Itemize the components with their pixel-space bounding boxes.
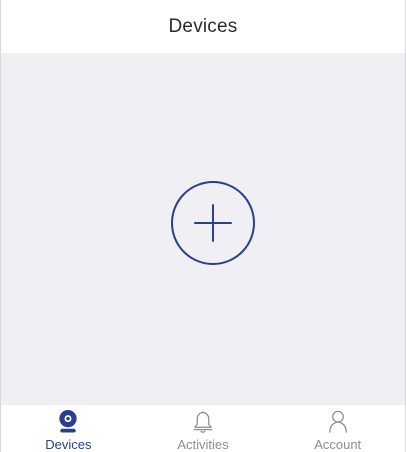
top-bar: Devices [1, 0, 405, 53]
bell-icon [193, 411, 213, 433]
tab-account[interactable]: Account [270, 405, 405, 452]
bottom-tab-bar: Devices Activities Account [1, 405, 405, 452]
add-device-button[interactable] [171, 181, 255, 265]
plus-icon [194, 204, 232, 242]
app-screen: Devices Devices Activities Account [0, 0, 406, 452]
camera-icon [59, 409, 77, 433]
tab-activities-label: Activities [177, 437, 229, 452]
tab-devices[interactable]: Devices [1, 405, 136, 452]
tab-activities[interactable]: Activities [136, 405, 271, 452]
page-title: Devices [168, 15, 238, 37]
user-icon [328, 410, 347, 433]
tab-devices-label: Devices [45, 437, 92, 452]
devices-content-area [1, 53, 405, 405]
tab-account-label: Account [314, 437, 362, 452]
